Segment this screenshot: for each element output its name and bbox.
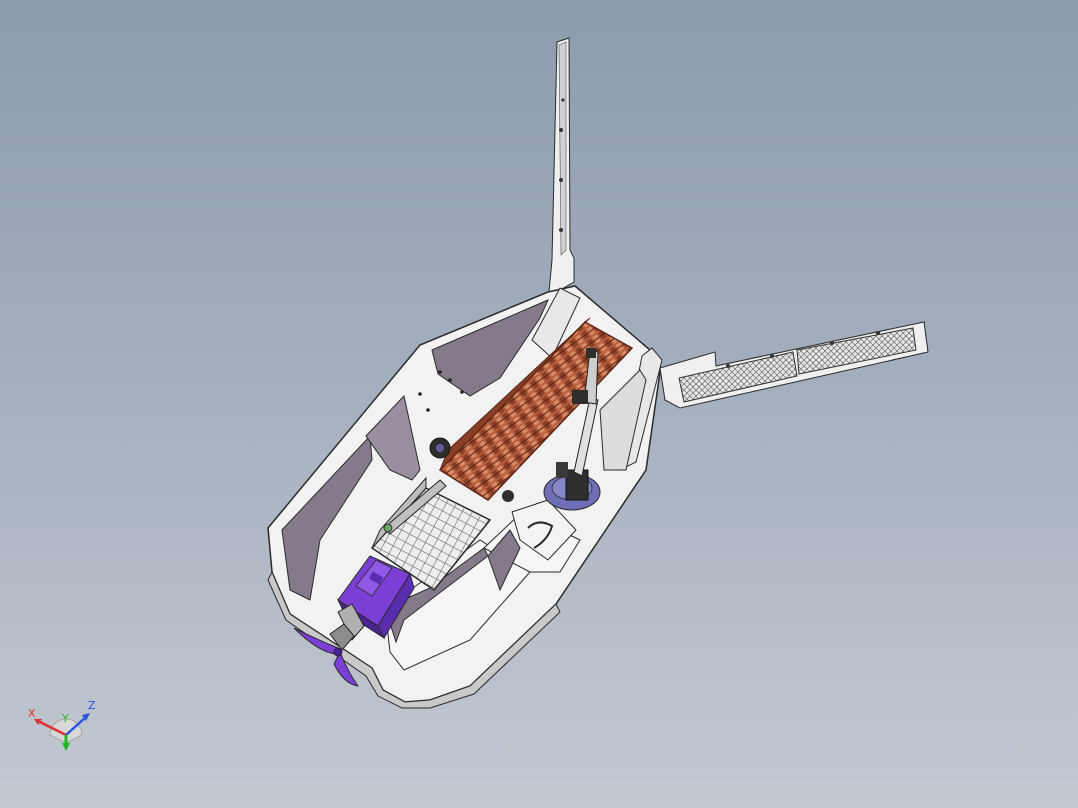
side-screen-arm[interactable] xyxy=(659,321,929,409)
orientation-triad[interactable]: X Y Z xyxy=(20,695,110,755)
cad-viewport[interactable]: X Y Z xyxy=(0,0,1078,808)
vertical-boom-arm[interactable] xyxy=(548,37,575,293)
boat-assembly-model[interactable] xyxy=(0,0,1078,808)
x-axis-label: X xyxy=(28,707,36,720)
y-axis-label: Y xyxy=(61,712,69,725)
z-axis-label: Z xyxy=(88,699,96,712)
